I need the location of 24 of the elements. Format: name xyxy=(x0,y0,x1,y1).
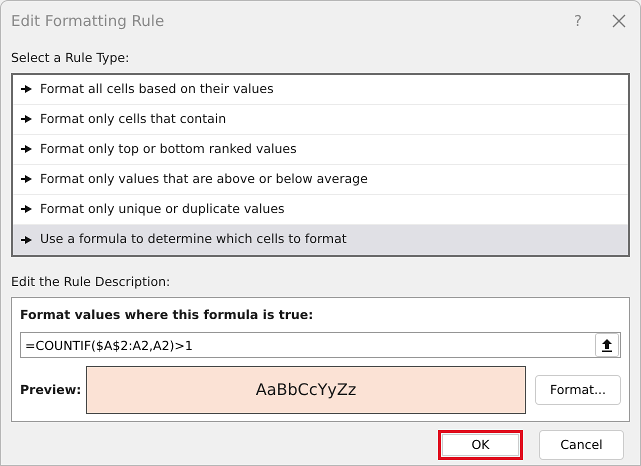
pointer-icon xyxy=(21,236,32,244)
formula-field[interactable]: =COUNTIF($A$2:A2,A2)>1 xyxy=(20,332,621,358)
pointer-icon xyxy=(21,175,32,184)
rule-type-item[interactable]: Format all cells based on their values xyxy=(13,74,628,105)
format-button[interactable]: Format... xyxy=(535,375,621,406)
upload-arrow-icon xyxy=(602,338,612,352)
section-label: Select a Rule Type: xyxy=(11,50,130,65)
rule-type-item[interactable]: Format only cells that contain xyxy=(13,104,628,135)
preview-label: Preview: xyxy=(20,380,82,399)
preview-sample: AaBbCcYyZz xyxy=(86,366,526,414)
formula-heading: Format values where this formula is true: xyxy=(20,306,314,322)
window-title: Edit Formatting Rule xyxy=(11,10,164,32)
pointer-icon xyxy=(21,205,32,214)
cancel-button[interactable]: Cancel xyxy=(539,430,624,460)
close-icon[interactable] xyxy=(612,14,626,28)
rule-type-item[interactable]: Format only top or bottom ranked values xyxy=(13,134,628,165)
pointer-icon xyxy=(21,115,32,124)
rule-type-item[interactable]: Format only values that are above or below average xyxy=(13,164,628,195)
pointer-icon xyxy=(21,145,32,154)
collapse-button[interactable] xyxy=(595,333,619,358)
ok-button[interactable]: OK xyxy=(438,430,523,460)
section-label: Edit the Rule Description: xyxy=(11,274,170,289)
rule-type-item[interactable]: Use a formula to determine which cells to format xyxy=(13,224,628,255)
pointer-icon xyxy=(21,85,32,94)
